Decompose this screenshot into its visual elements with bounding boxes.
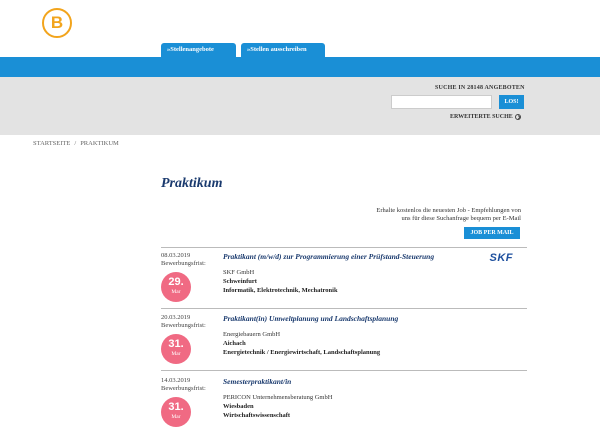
deadline-badge: 31. Mar (161, 397, 191, 427)
job-date: 08.03.2019 (161, 252, 191, 259)
job-title-link[interactable]: Praktikant (m/w/d) zur Programmierung ei… (223, 252, 434, 261)
job-listing: 14.03.2019 Bewerbungsfrist: 31. Mar Seme… (161, 377, 527, 428)
deadline-badge: 29. Mar (161, 272, 191, 302)
company-logo[interactable]: SKF (490, 252, 514, 264)
top-tabs: »Stellenangebote »Stellen ausschreiben (161, 43, 325, 57)
job-city: Schweinfurt (223, 278, 257, 285)
breadcrumb-current: PRAKTIKUM (80, 140, 119, 147)
chevron-circle-icon (514, 114, 521, 120)
deadline-day: 31. (168, 401, 184, 413)
job-category: Informatik, Elektrotechnik, Mechatronik (223, 287, 338, 294)
job-date-block: 20.03.2019 Bewerbungsfrist: (161, 314, 206, 330)
job-date-block: 08.03.2019 Bewerbungsfrist: (161, 252, 206, 268)
breadcrumb-separator: / (74, 140, 77, 147)
job-separator (161, 370, 527, 371)
blue-nav-bar (0, 57, 600, 77)
job-separator (161, 308, 527, 309)
job-date: 20.03.2019 (161, 314, 191, 321)
job-city: Aichach (223, 340, 246, 347)
search-button[interactable]: LOS! (499, 95, 524, 109)
job-company: SKF GmbH (223, 269, 255, 276)
deadline-badge: 31. Mar (161, 334, 191, 364)
job-separator (161, 247, 527, 248)
job-listing: 08.03.2019 Bewerbungsfrist: 29. Mar Prak… (161, 252, 527, 306)
advanced-search-link[interactable]: ERWEITERTE SUCHE (450, 114, 521, 120)
job-date-block: 14.03.2019 Bewerbungsfrist: (161, 377, 206, 393)
tab-stellen-ausschreiben[interactable]: »Stellen ausschreiben (241, 43, 325, 57)
job-listing: 20.03.2019 Bewerbungsfrist: 31. Mar Prak… (161, 314, 527, 368)
job-date: 14.03.2019 (161, 377, 191, 384)
deadline-month: Mar (171, 351, 181, 357)
search-title: SUCHE IN 28148 ANGEBOTEN (435, 85, 525, 91)
deadline-day: 31. (168, 338, 184, 350)
job-deadline-label: Bewerbungsfrist: (161, 322, 206, 329)
breadcrumb: STARTSEITE / PRAKTIKUM (33, 140, 119, 147)
job-category: Wirtschaftswissenschaft (223, 412, 291, 419)
email-alert-text: Erhalte kostenlos die neuesten Job - Emp… (376, 207, 521, 222)
job-per-mail-button[interactable]: JOB PER MAIL (464, 227, 520, 239)
job-category: Energietechnik / Energiewirtschaft, Land… (223, 349, 381, 356)
job-title-link[interactable]: Praktikant(in) Umweltplanung und Landsch… (223, 314, 398, 323)
site-logo[interactable]: B (42, 8, 72, 38)
job-city: Wiesbaden (223, 403, 254, 410)
job-title-link[interactable]: Semesterpraktikant/in (223, 377, 291, 386)
deadline-month: Mar (171, 414, 181, 420)
deadline-day: 29. (168, 276, 184, 288)
page-title: Praktikum (161, 176, 223, 191)
job-deadline-label: Bewerbungsfrist: (161, 385, 206, 392)
breadcrumb-home[interactable]: STARTSEITE (33, 140, 70, 147)
logo-letter: B (50, 13, 64, 32)
job-deadline-label: Bewerbungsfrist: (161, 260, 206, 267)
tab-stellenangebote[interactable]: »Stellenangebote (161, 43, 236, 57)
advanced-search-label: ERWEITERTE SUCHE (450, 114, 513, 120)
search-input[interactable] (391, 95, 492, 109)
deadline-month: Mar (171, 289, 181, 295)
job-company: Energiebauern GmbH (223, 331, 281, 338)
job-company: PERICON Unternehmensberatung GmbH (223, 394, 333, 401)
